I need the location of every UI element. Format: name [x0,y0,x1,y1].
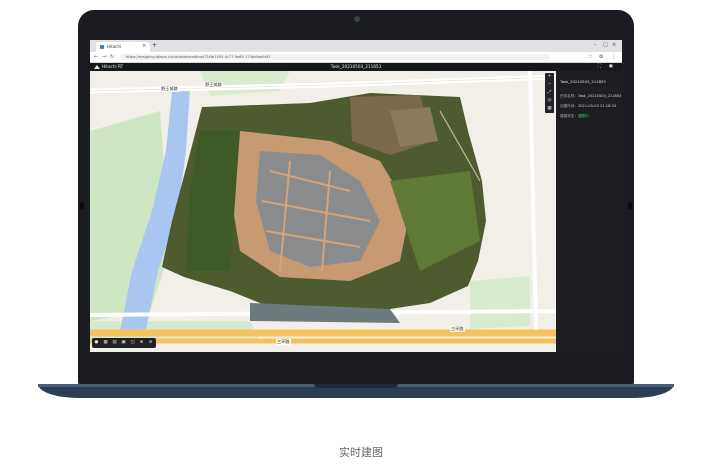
road-label: 三环路 [450,326,465,332]
map-view[interactable]: 野王城路 野王城路 三环路 三环路 + − ⤢ ◎ ▦ ● ▦ ▤ ▣ ◫ ⊕ … [90,71,556,352]
task-title: Task_20210503_211853 [330,64,382,69]
browser-tab-bar: Hitachi × + – □ × [90,40,622,52]
task-name-value: Task_20210503_211853 [577,94,622,98]
locate-icon[interactable]: ◎ [545,97,554,105]
panel-title: Task_20210503_211853 [560,79,606,84]
created-time-value: 2021-05-03 21:18:53 [577,104,617,108]
hinge-right [628,202,632,210]
mapping-status-value: 建图中 [577,114,589,118]
created-time-label: 创建时间： [560,104,578,108]
record-icon[interactable]: ● [93,339,100,347]
forward-icon[interactable]: → [102,53,106,61]
list-icon[interactable]: ▤ [111,339,118,347]
map-toolbar: + − ⤢ ◎ ▦ [545,73,554,113]
zoom-plus-icon[interactable]: ⊕ [138,339,145,347]
maximize-icon[interactable]: □ [603,42,608,49]
measure-icon[interactable]: ⤢ [545,89,554,97]
browser-address-bar: ← → ↻ https://mapping.djiops.cn/console/… [90,52,622,63]
square-icon[interactable]: ▣ [120,339,127,347]
road-label: 野王城路 [204,82,223,88]
task-name-row: 任务名称：Task_20210503_211853 [560,93,621,99]
new-tab-icon[interactable]: + [152,42,157,50]
browser-tab[interactable]: Hitachi × [96,42,150,52]
road-east [528,71,538,332]
created-time-row: 创建时间：2021-05-03 21:18:53 [560,103,616,109]
favicon-icon [100,45,104,49]
laptop-lid: Hitachi × + – □ × ← → ↻ https://mapping.… [78,10,634,386]
app-header: Hitachi RT Task_20210503_211853 ⛶ ● [90,63,622,71]
layers-icon[interactable]: ▦ [545,105,554,113]
reload-icon[interactable]: ↻ [110,53,114,61]
browser-menu-icon[interactable]: ⋮ [611,53,616,61]
map-canvas [90,71,556,344]
hinge-left [80,202,84,210]
mapping-status-label: 建图状态： [560,114,578,118]
tab-title: Hitachi [107,44,121,49]
task-name-label: 任务名称： [560,94,578,98]
url-input[interactable]: https://mapping.djiops.cn/console/realti… [120,54,550,60]
minimize-icon[interactable]: – [594,42,597,49]
camera-icon [354,16,360,22]
fullscreen-icon[interactable]: ⛶ [598,63,601,71]
road-label: 三环路 [276,339,291,345]
extensions-icon[interactable]: ⚙ [599,53,603,61]
task-side-panel: Task_20210503_211853 任务名称：Task_20210503_… [556,71,622,352]
park-area-east [470,276,530,329]
image-caption: 实时建图 [339,446,383,459]
road-label: 野王城路 [160,86,179,92]
zoom-in-icon[interactable]: + [545,73,554,81]
tab-close-icon[interactable]: × [142,43,146,50]
bookmark-icon[interactable]: ☆ [588,53,592,61]
laptop-screen: Hitachi × + – □ × ← → ↻ https://mapping.… [90,40,622,352]
map-bottom-toolbar: ● ▦ ▤ ▣ ◫ ⊕ ⊖ [92,338,156,348]
back-icon[interactable]: ← [94,53,98,61]
laptop-base-notch [314,384,398,388]
split-view-icon[interactable]: ◫ [129,339,136,347]
zoom-out-icon[interactable]: − [545,81,554,89]
mapping-status-row: 建图状态：建图中 [560,113,589,119]
close-window-icon[interactable]: × [612,42,616,49]
grid-icon[interactable]: ▦ [102,339,109,347]
user-avatar-icon[interactable]: ● [609,63,613,71]
zoom-minus-icon[interactable]: ⊖ [147,339,154,347]
